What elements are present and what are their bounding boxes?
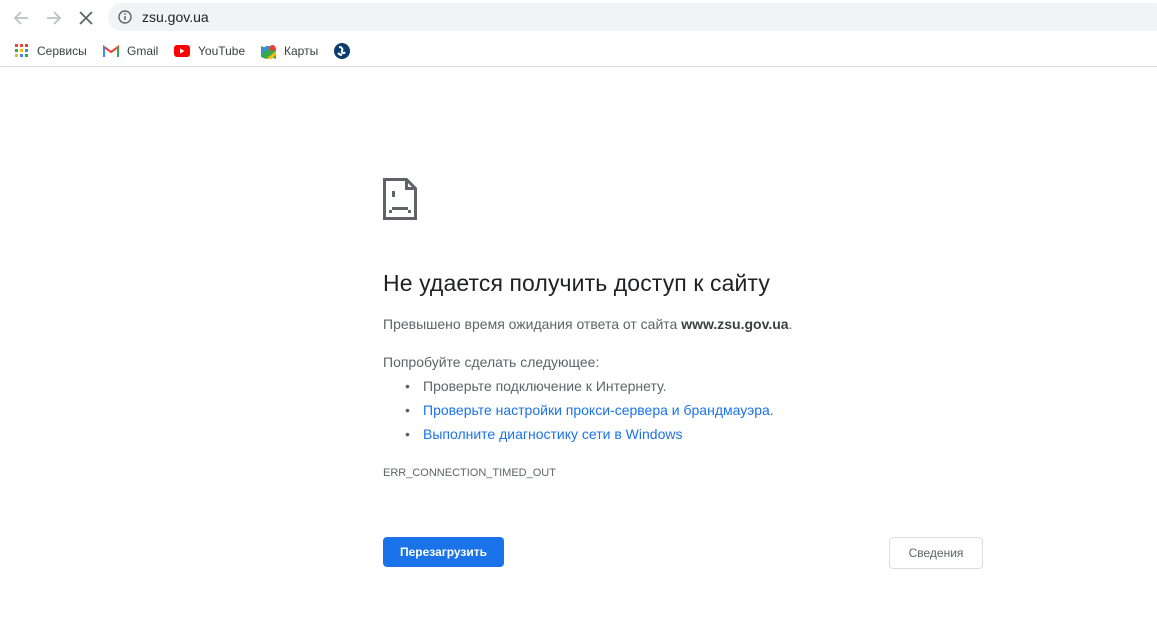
bookmark-globe[interactable] xyxy=(334,41,358,61)
description-text: Превышено время ожидания ответа от сайта xyxy=(383,316,682,332)
back-button[interactable] xyxy=(9,6,33,30)
bookmark-youtube[interactable]: YouTube xyxy=(174,41,245,61)
globe-icon xyxy=(334,43,350,59)
url-text: zsu.gov.ua xyxy=(142,9,209,25)
bookmarks-bar: Сервисы Gmail YouTube Карты xyxy=(0,36,1157,67)
suggestion-text: Проверьте подключение к Интернету. xyxy=(423,378,667,394)
suggestion-check-proxy: Проверьте настройки прокси-сервера и бра… xyxy=(383,401,774,425)
info-icon xyxy=(118,10,132,24)
apps-grid-icon xyxy=(15,44,28,57)
forward-button[interactable] xyxy=(42,6,66,30)
proxy-settings-link[interactable]: Проверьте настройки прокси-сервера и бра… xyxy=(423,402,774,418)
address-bar[interactable]: zsu.gov.ua xyxy=(108,3,1157,31)
maps-icon xyxy=(261,44,276,59)
reload-button[interactable]: Перезагрузить xyxy=(383,537,504,567)
stop-button[interactable] xyxy=(74,6,98,30)
details-button[interactable]: Сведения xyxy=(889,537,983,569)
gmail-icon xyxy=(103,45,119,57)
bookmark-gmail[interactable]: Gmail xyxy=(103,41,158,61)
error-code: ERR_CONNECTION_TIMED_OUT xyxy=(383,467,556,479)
bookmark-services[interactable]: Сервисы xyxy=(15,41,87,61)
error-title: Не удается получить доступ к сайту xyxy=(383,270,770,296)
sad-page-icon xyxy=(383,178,417,220)
bookmark-label: Сервисы xyxy=(37,44,87,58)
error-host: www.zsu.gov.ua xyxy=(681,316,789,332)
error-description: Превышено время ожидания ответа от сайта… xyxy=(383,316,792,332)
bookmark-label: Карты xyxy=(284,44,319,58)
suggestion-check-connection: Проверьте подключение к Интернету. xyxy=(383,377,774,401)
description-suffix: . xyxy=(788,316,793,332)
bookmark-label: Gmail xyxy=(127,44,159,58)
suggestions-heading: Попробуйте сделать следующее: xyxy=(383,354,600,370)
suggestion-run-diagnostics: Выполните диагностику сети в Windows xyxy=(383,425,774,449)
network-diagnostics-link[interactable]: Выполните диагностику сети в Windows xyxy=(423,426,682,442)
arrow-left-icon xyxy=(13,11,28,25)
suggestions-list: Проверьте подключение к Интернету. Прове… xyxy=(383,377,774,449)
bookmark-maps[interactable]: Карты xyxy=(261,41,318,61)
browser-toolbar: zsu.gov.ua xyxy=(0,0,1157,36)
bookmark-label: YouTube xyxy=(198,44,246,58)
close-icon xyxy=(79,11,93,25)
youtube-icon xyxy=(174,45,190,57)
arrow-right-icon xyxy=(47,11,62,25)
